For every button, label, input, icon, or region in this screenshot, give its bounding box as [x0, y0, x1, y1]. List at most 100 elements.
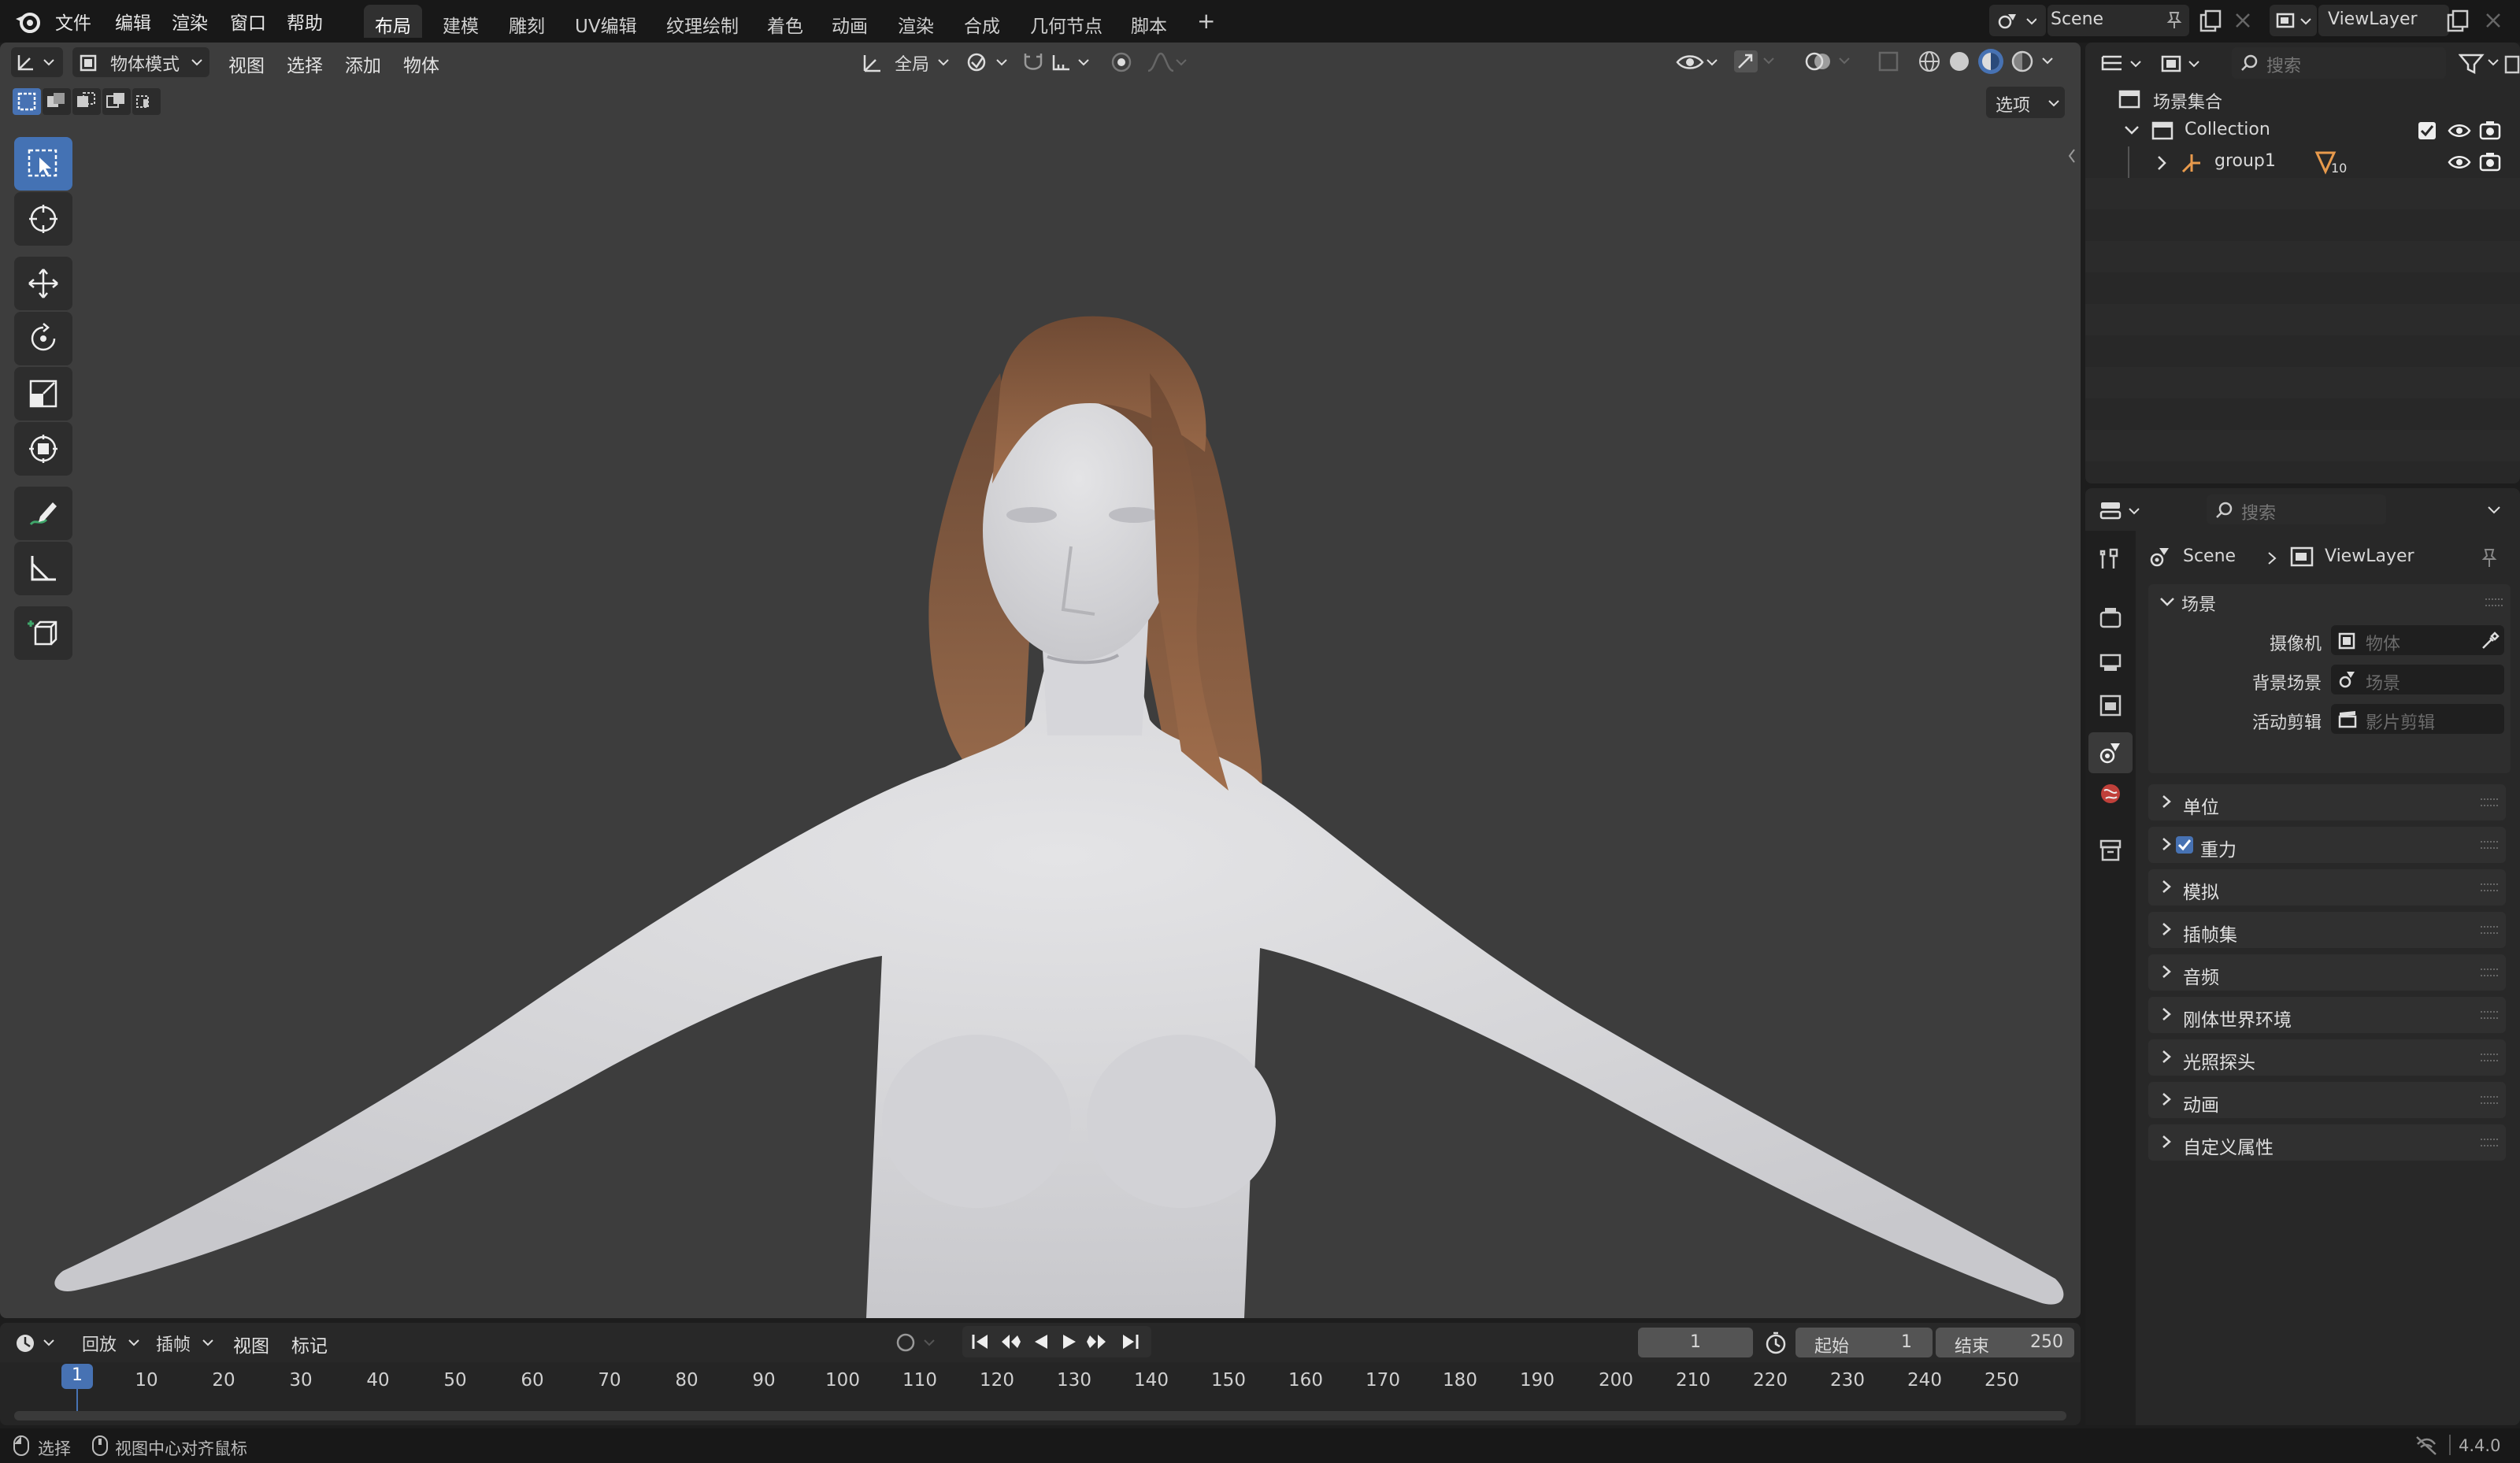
add-workspace-button[interactable]: + [1186, 2, 1226, 35]
panel-units[interactable]: 单位 [2148, 784, 2506, 820]
tab-rendering[interactable]: 渲染 [887, 5, 945, 38]
panel-grip[interactable] [2481, 1011, 2498, 1019]
timeline-editor-type[interactable] [11, 1328, 63, 1357]
panel-grip[interactable] [2481, 798, 2498, 806]
select-extend-icon[interactable] [43, 88, 71, 115]
display-mode-dropdown[interactable] [2158, 47, 2210, 79]
tool-scale[interactable] [14, 367, 72, 420]
current-frame-field[interactable]: 1 [1638, 1328, 1753, 1357]
panel-grip[interactable] [2481, 969, 2498, 976]
viewlayer-type-button[interactable] [2270, 5, 2317, 36]
network-off-icon[interactable] [2414, 1435, 2438, 1457]
blender-logo-icon[interactable] [14, 9, 41, 33]
solid-shading-icon[interactable] [1947, 49, 1972, 74]
eye-icon[interactable] [2448, 153, 2471, 172]
tab-layout[interactable]: 布局 [364, 5, 422, 38]
tab-sculpting[interactable]: 雕刻 [498, 5, 556, 38]
tab-compositing[interactable]: 合成 [953, 5, 1011, 38]
tool-cursor[interactable] [14, 192, 72, 246]
next-keyframe-icon[interactable] [1085, 1332, 1109, 1351]
play-icon[interactable] [1060, 1332, 1079, 1351]
outliner-row-scene-collection[interactable]: 场景集合 [2085, 83, 2520, 115]
panel-grip[interactable] [2481, 1096, 2498, 1104]
snap-target-icon[interactable] [1051, 50, 1095, 74]
shading-dropdown-icon[interactable] [2041, 57, 2054, 66]
panel-grip[interactable] [2481, 841, 2498, 849]
output-tab-icon[interactable] [2098, 649, 2123, 674]
new-collection-icon[interactable] [2504, 52, 2520, 76]
panel-keying-sets[interactable]: 插帧集 [2148, 912, 2506, 948]
eye-icon[interactable] [2448, 121, 2471, 140]
tool-annotate[interactable] [14, 487, 72, 540]
camera-render-icon[interactable] [2479, 151, 2501, 173]
camera-field[interactable]: 物体 [2331, 625, 2504, 655]
new-viewlayer-icon[interactable] [2446, 9, 2470, 33]
breadcrumb-scene[interactable]: Scene [2183, 546, 2236, 566]
view-layer-tab-icon[interactable] [2098, 693, 2123, 718]
outliner-row-collection[interactable]: Collection [2085, 115, 2520, 146]
falloff-icon[interactable] [1145, 50, 1189, 74]
end-frame-field[interactable]: 结束 250 [1936, 1328, 2074, 1357]
camera-render-icon[interactable] [2479, 120, 2501, 142]
jump-end-icon[interactable] [1120, 1332, 1140, 1351]
properties-search-input[interactable]: 搜索 [2207, 494, 2386, 524]
timeline-menu-marker[interactable]: 标记 [291, 1331, 328, 1357]
delete-viewlayer-icon[interactable] [2484, 11, 2503, 30]
scene-panel-title[interactable]: 场景 [2181, 591, 2216, 616]
scene-type-button[interactable] [1989, 5, 2046, 36]
pivot-point-icon[interactable] [965, 50, 1010, 74]
tool-add-cube[interactable] [14, 606, 72, 660]
select-subtract-icon[interactable] [72, 88, 101, 115]
outliner-search-input[interactable]: 搜索 [2232, 47, 2446, 79]
tool-transform[interactable] [14, 422, 72, 476]
tab-animation[interactable]: 动画 [821, 5, 879, 38]
panel-chevron-down-icon[interactable] [2159, 597, 2175, 608]
tab-texture-paint[interactable]: 纹理绘制 [655, 5, 750, 38]
outliner-editor-type[interactable] [2096, 47, 2148, 79]
menu-edit[interactable]: 编辑 [115, 8, 151, 35]
active-clip-field[interactable]: 影片剪辑 [2331, 704, 2504, 734]
material-preview-icon[interactable] [1977, 47, 2005, 76]
prev-keyframe-icon[interactable] [999, 1332, 1022, 1351]
breadcrumb-viewlayer[interactable]: ViewLayer [2325, 546, 2414, 566]
xray-icon[interactable] [1877, 50, 1899, 72]
panel-custom-properties[interactable]: 自定义属性 [2148, 1124, 2506, 1161]
playhead[interactable]: 1 [61, 1364, 93, 1389]
menu-render[interactable]: 渲染 [172, 8, 208, 35]
overlays-icon[interactable] [1805, 49, 1852, 74]
jump-start-icon[interactable] [970, 1332, 991, 1351]
exclude-checkbox[interactable] [2418, 121, 2437, 140]
tab-uv-editing[interactable]: UV编辑 [564, 5, 648, 38]
tool-rotate[interactable] [14, 312, 72, 365]
start-frame-field[interactable]: 起始 1 [1796, 1328, 1933, 1357]
panel-grip[interactable] [2481, 883, 2498, 891]
tab-modeling[interactable]: 建模 [432, 5, 490, 38]
delete-scene-icon[interactable] [2233, 11, 2252, 30]
playback-dropdown[interactable]: 回放 [72, 1328, 145, 1357]
play-reverse-icon[interactable] [1032, 1332, 1051, 1351]
filter-icon[interactable] [2459, 52, 2503, 76]
menu-select[interactable]: 选择 [287, 50, 323, 77]
wireframe-shading-icon[interactable] [1917, 49, 1942, 74]
options-dropdown[interactable]: 选项 [1986, 87, 2065, 118]
tool-select-box[interactable] [14, 137, 72, 191]
keying-dropdown[interactable]: 插帧 [146, 1328, 219, 1357]
gizmo-icon[interactable] [1732, 49, 1777, 74]
panel-simulation[interactable]: 模拟 [2148, 869, 2506, 906]
world-tab-icon[interactable] [2098, 781, 2123, 806]
sidebar-toggle-icon[interactable] [2066, 146, 2077, 165]
viewlayer-name-field[interactable]: ViewLayer [2318, 5, 2449, 36]
auto-keying-icon[interactable] [895, 1331, 942, 1354]
panel-grip[interactable] [2481, 1054, 2498, 1061]
panel-grip[interactable] [2485, 598, 2503, 606]
panel-light-probes[interactable]: 光照探头 [2148, 1039, 2506, 1076]
panel-grip[interactable] [2481, 926, 2498, 934]
panel-rigid-body-world[interactable]: 刚体世界环境 [2148, 997, 2506, 1033]
menu-view[interactable]: 视图 [228, 50, 265, 77]
snap-icon[interactable] [1021, 50, 1046, 74]
panel-gravity[interactable]: 重力 [2148, 827, 2506, 863]
stopwatch-icon[interactable] [1764, 1331, 1788, 1354]
scene-name-field[interactable]: Scene [2048, 5, 2189, 36]
3d-viewport[interactable]: 物体模式 视图 选择 添加 物体 全局 选项 [0, 43, 2081, 1318]
panel-audio[interactable]: 音频 [2148, 954, 2506, 991]
